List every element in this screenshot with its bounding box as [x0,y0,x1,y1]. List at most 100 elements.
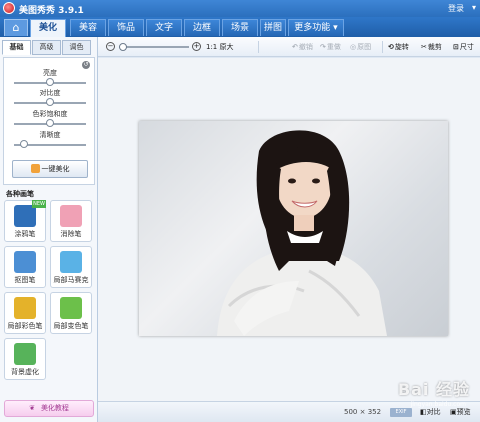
app-logo [3,2,15,14]
cutout-icon [14,251,36,273]
sharpness-thumb[interactable] [20,140,29,148]
pen-icon [14,205,36,227]
saturation-label: 色彩饱和度 [32,110,68,118]
toolbar-divider [258,41,259,53]
rotate-icon: ⟲ [388,43,394,51]
original-button[interactable]: ◎原图 [350,42,371,52]
brush-background-blur[interactable]: 背景虚化 [4,338,46,380]
resize-button[interactable]: ⊡尺寸 [453,42,474,52]
main-nav: ⌂ 美化 美容 饰品 文字 边框 场景 拼图 更多功能 ▾ [0,17,480,37]
saturation-thumb[interactable] [46,119,54,127]
original-icon: ◎ [350,43,357,51]
tab-accessories[interactable]: 饰品 [108,19,144,36]
compare-icon: ◧ [420,408,427,416]
redo-button[interactable]: ↷重做 [320,42,341,52]
contrast-slider[interactable] [14,98,86,106]
paw-icon: ❦ [29,404,35,412]
zoom-out-icon[interactable]: − [106,42,115,51]
zoom-in-icon[interactable]: + [192,42,201,51]
tab-text[interactable]: 文字 [146,19,182,36]
contrast-thumb[interactable] [46,98,54,106]
preview-icon: ▣ [450,408,457,416]
crop-label: 裁剪 [427,43,442,51]
contrast-label: 对比度 [39,89,61,97]
canvas-area [98,58,480,401]
tab-more[interactable]: 更多功能 ▾ [288,19,344,36]
brush-mosaic[interactable]: 局部马赛克 [50,246,92,288]
saturation-slider[interactable] [14,119,86,127]
blur-icon [14,343,36,365]
magic-icon [30,164,40,173]
subtab-basic[interactable]: 基础 [2,40,31,55]
actual-size-button[interactable]: 1:1 原大 [206,42,234,52]
redo-label: 重做 [326,43,341,51]
tab-beauty[interactable]: 美容 [70,19,106,36]
brush-local-color[interactable]: 局部彩色笔 [4,292,46,334]
one-click-beautify-button[interactable]: 一键美化 [12,160,88,178]
tutorial-label: 美化教程 [40,404,69,412]
tab-collage[interactable]: 拼图 [260,19,286,36]
brush-label: 消除笔 [60,230,82,238]
eraser-icon [60,205,82,227]
crop-icon: ✂ [421,43,427,51]
sharpness-slider[interactable] [14,140,86,148]
brush-label: 抠图笔 [14,276,36,284]
sharpness-label: 清晰度 [39,131,61,139]
undo-icon: ↶ [292,43,298,51]
brush-section-title: 各种画笔 [6,190,34,198]
window-menu-icon[interactable]: ▾ [472,3,476,12]
brush-recolor[interactable]: 局部变色笔 [50,292,92,334]
recolor-icon [60,297,82,319]
brush-label: 背景虚化 [11,368,39,376]
compare-button[interactable]: ◧对比 [420,407,441,417]
resize-label: 尺寸 [459,43,474,51]
beautify-tutorial-button[interactable]: ❦ 美化教程 [4,400,94,417]
dimension-separator: × [359,408,366,416]
login-link[interactable]: 登录 [448,3,464,14]
new-badge: NEW [32,200,46,208]
brush-label: 涂鸦笔 [14,230,36,238]
tab-beautify[interactable]: 美化 [30,19,66,37]
crop-button[interactable]: ✂裁剪 [421,42,442,52]
tab-scenes[interactable]: 场景 [222,19,258,36]
image-dimensions: 500 × 352 [344,408,381,416]
image-height: 352 [367,408,382,416]
toolbar: − + 1:1 原大 ↶撤销 ↷重做 ◎原图 ⟲旋转 ✂裁剪 ⊡尺寸 [98,37,480,57]
brush-label: 局部马赛克 [53,276,89,284]
image-width: 500 [344,408,358,416]
photo-preview[interactable] [139,121,448,336]
one-click-label: 一键美化 [41,165,70,173]
redo-icon: ↷ [320,43,326,51]
zoom-thumb[interactable] [119,43,127,51]
brush-label: 局部变色笔 [53,322,89,330]
color-brush-icon [14,297,36,319]
brightness-slider[interactable] [14,78,86,86]
toolbar-divider [382,41,383,53]
left-panel: 基础 高级 调色 ↺ 亮度 对比度 色彩饱和度 清晰度 一键美化 各种画笔 NE… [0,37,98,422]
subtab-advanced[interactable]: 高级 [32,40,61,55]
brightness-thumb[interactable] [46,78,54,86]
zoom-slider[interactable] [119,43,189,51]
rotate-button[interactable]: ⟲旋转 [388,42,409,52]
title-bar: 美图秀秀 3.9.1 登录 ▾ [0,0,480,17]
app-title: 美图秀秀 3.9.1 [19,6,84,16]
brush-label: 局部彩色笔 [7,322,43,330]
watermark-url: jingyan.baidu.com [410,401,466,408]
portrait-illustration [217,130,387,336]
preview-button[interactable]: ▣预览 [450,407,471,417]
exif-badge[interactable]: EXIF [390,408,412,417]
compare-label: 对比 [426,408,441,416]
tab-frames[interactable]: 边框 [184,19,220,36]
subtab-color[interactable]: 调色 [62,40,91,55]
original-label: 原图 [357,43,372,51]
brush-cutout[interactable]: 抠图笔 [4,246,46,288]
brush-doodle[interactable]: NEW 涂鸦笔 [4,200,46,242]
preview-label: 预览 [456,408,471,416]
brush-eraser[interactable]: 消除笔 [50,200,92,242]
home-icon[interactable]: ⌂ [4,19,28,36]
brightness-label: 亮度 [43,69,57,77]
undo-label: 撤销 [298,43,313,51]
adjust-box: ↺ 亮度 对比度 色彩饱和度 清晰度 一键美化 [3,57,95,185]
rotate-label: 旋转 [394,43,409,51]
undo-button[interactable]: ↶撤销 [292,42,313,52]
